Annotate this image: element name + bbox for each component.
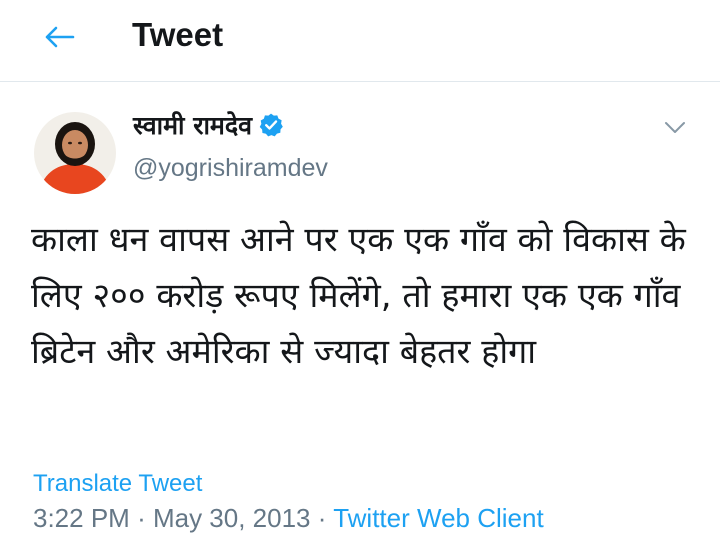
author-row: स्वामी रामदेव [133, 108, 284, 142]
verified-badge-icon [259, 113, 283, 137]
tweet-client-link[interactable]: Twitter Web Client [333, 503, 543, 533]
tweet-time[interactable]: 3:22 PM [33, 503, 130, 533]
tweet-metadata: 3:22 PM · May 30, 2013 · Twitter Web Cli… [33, 503, 544, 534]
back-button[interactable] [40, 22, 78, 52]
author-handle[interactable]: @yogrishiramdev [133, 154, 328, 183]
chevron-down-icon [665, 122, 685, 133]
meta-separator: · [137, 503, 146, 533]
translate-tweet-link[interactable]: Translate Tweet [33, 470, 202, 498]
page-title: Tweet [132, 16, 224, 53]
meta-separator: · [317, 503, 327, 533]
tweet-text: काला धन वापस आने पर एक एक गाँव को विकास … [31, 220, 686, 372]
avatar[interactable] [34, 112, 116, 194]
top-bar: Tweet [0, 0, 720, 82]
tweet-date[interactable]: May 30, 2013 [153, 503, 311, 533]
tweet-menu-button[interactable] [660, 116, 690, 140]
arrow-left-icon [45, 26, 75, 48]
author-name[interactable]: स्वामी रामदेव [133, 108, 252, 142]
